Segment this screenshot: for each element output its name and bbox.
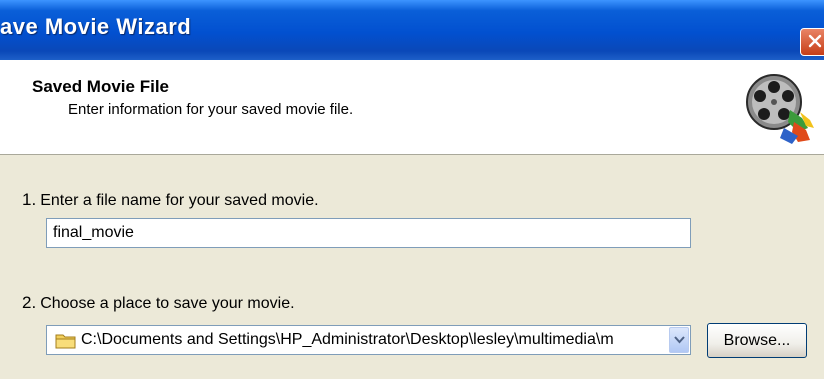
film-reel-icon — [746, 74, 814, 144]
close-icon — [808, 34, 822, 48]
step-2-label: 2. Choose a place to save your movie. — [22, 293, 295, 313]
window-title: ave Movie Wizard — [0, 14, 192, 39]
header-title: Saved Movie File — [32, 77, 169, 96]
dropdown-button[interactable] — [669, 327, 689, 353]
step-2-number: 2. — [22, 293, 37, 312]
wizard-header: Saved Movie File Enter information for y… — [0, 60, 824, 155]
file-name-input[interactable] — [46, 218, 691, 248]
save-location-value: C:\Documents and Settings\HP_Administrat… — [81, 331, 614, 348]
save-location-combo[interactable]: C:\Documents and Settings\HP_Administrat… — [46, 325, 691, 355]
folder-icon — [55, 334, 76, 349]
header-subtitle: Enter information for your saved movie f… — [68, 101, 354, 118]
step-1-number: 1. — [22, 190, 37, 209]
title-bar[interactable]: ave Movie Wizard — [0, 0, 824, 60]
step-1-label: 1. Enter a file name for your saved movie… — [22, 190, 319, 210]
close-button[interactable] — [800, 28, 824, 56]
step-2-text: Choose a place to save your movie. — [40, 295, 295, 312]
chevron-down-icon — [674, 336, 685, 344]
browse-button[interactable]: Browse... — [707, 323, 807, 358]
step-1-text: Enter a file name for your saved movie. — [40, 192, 319, 209]
